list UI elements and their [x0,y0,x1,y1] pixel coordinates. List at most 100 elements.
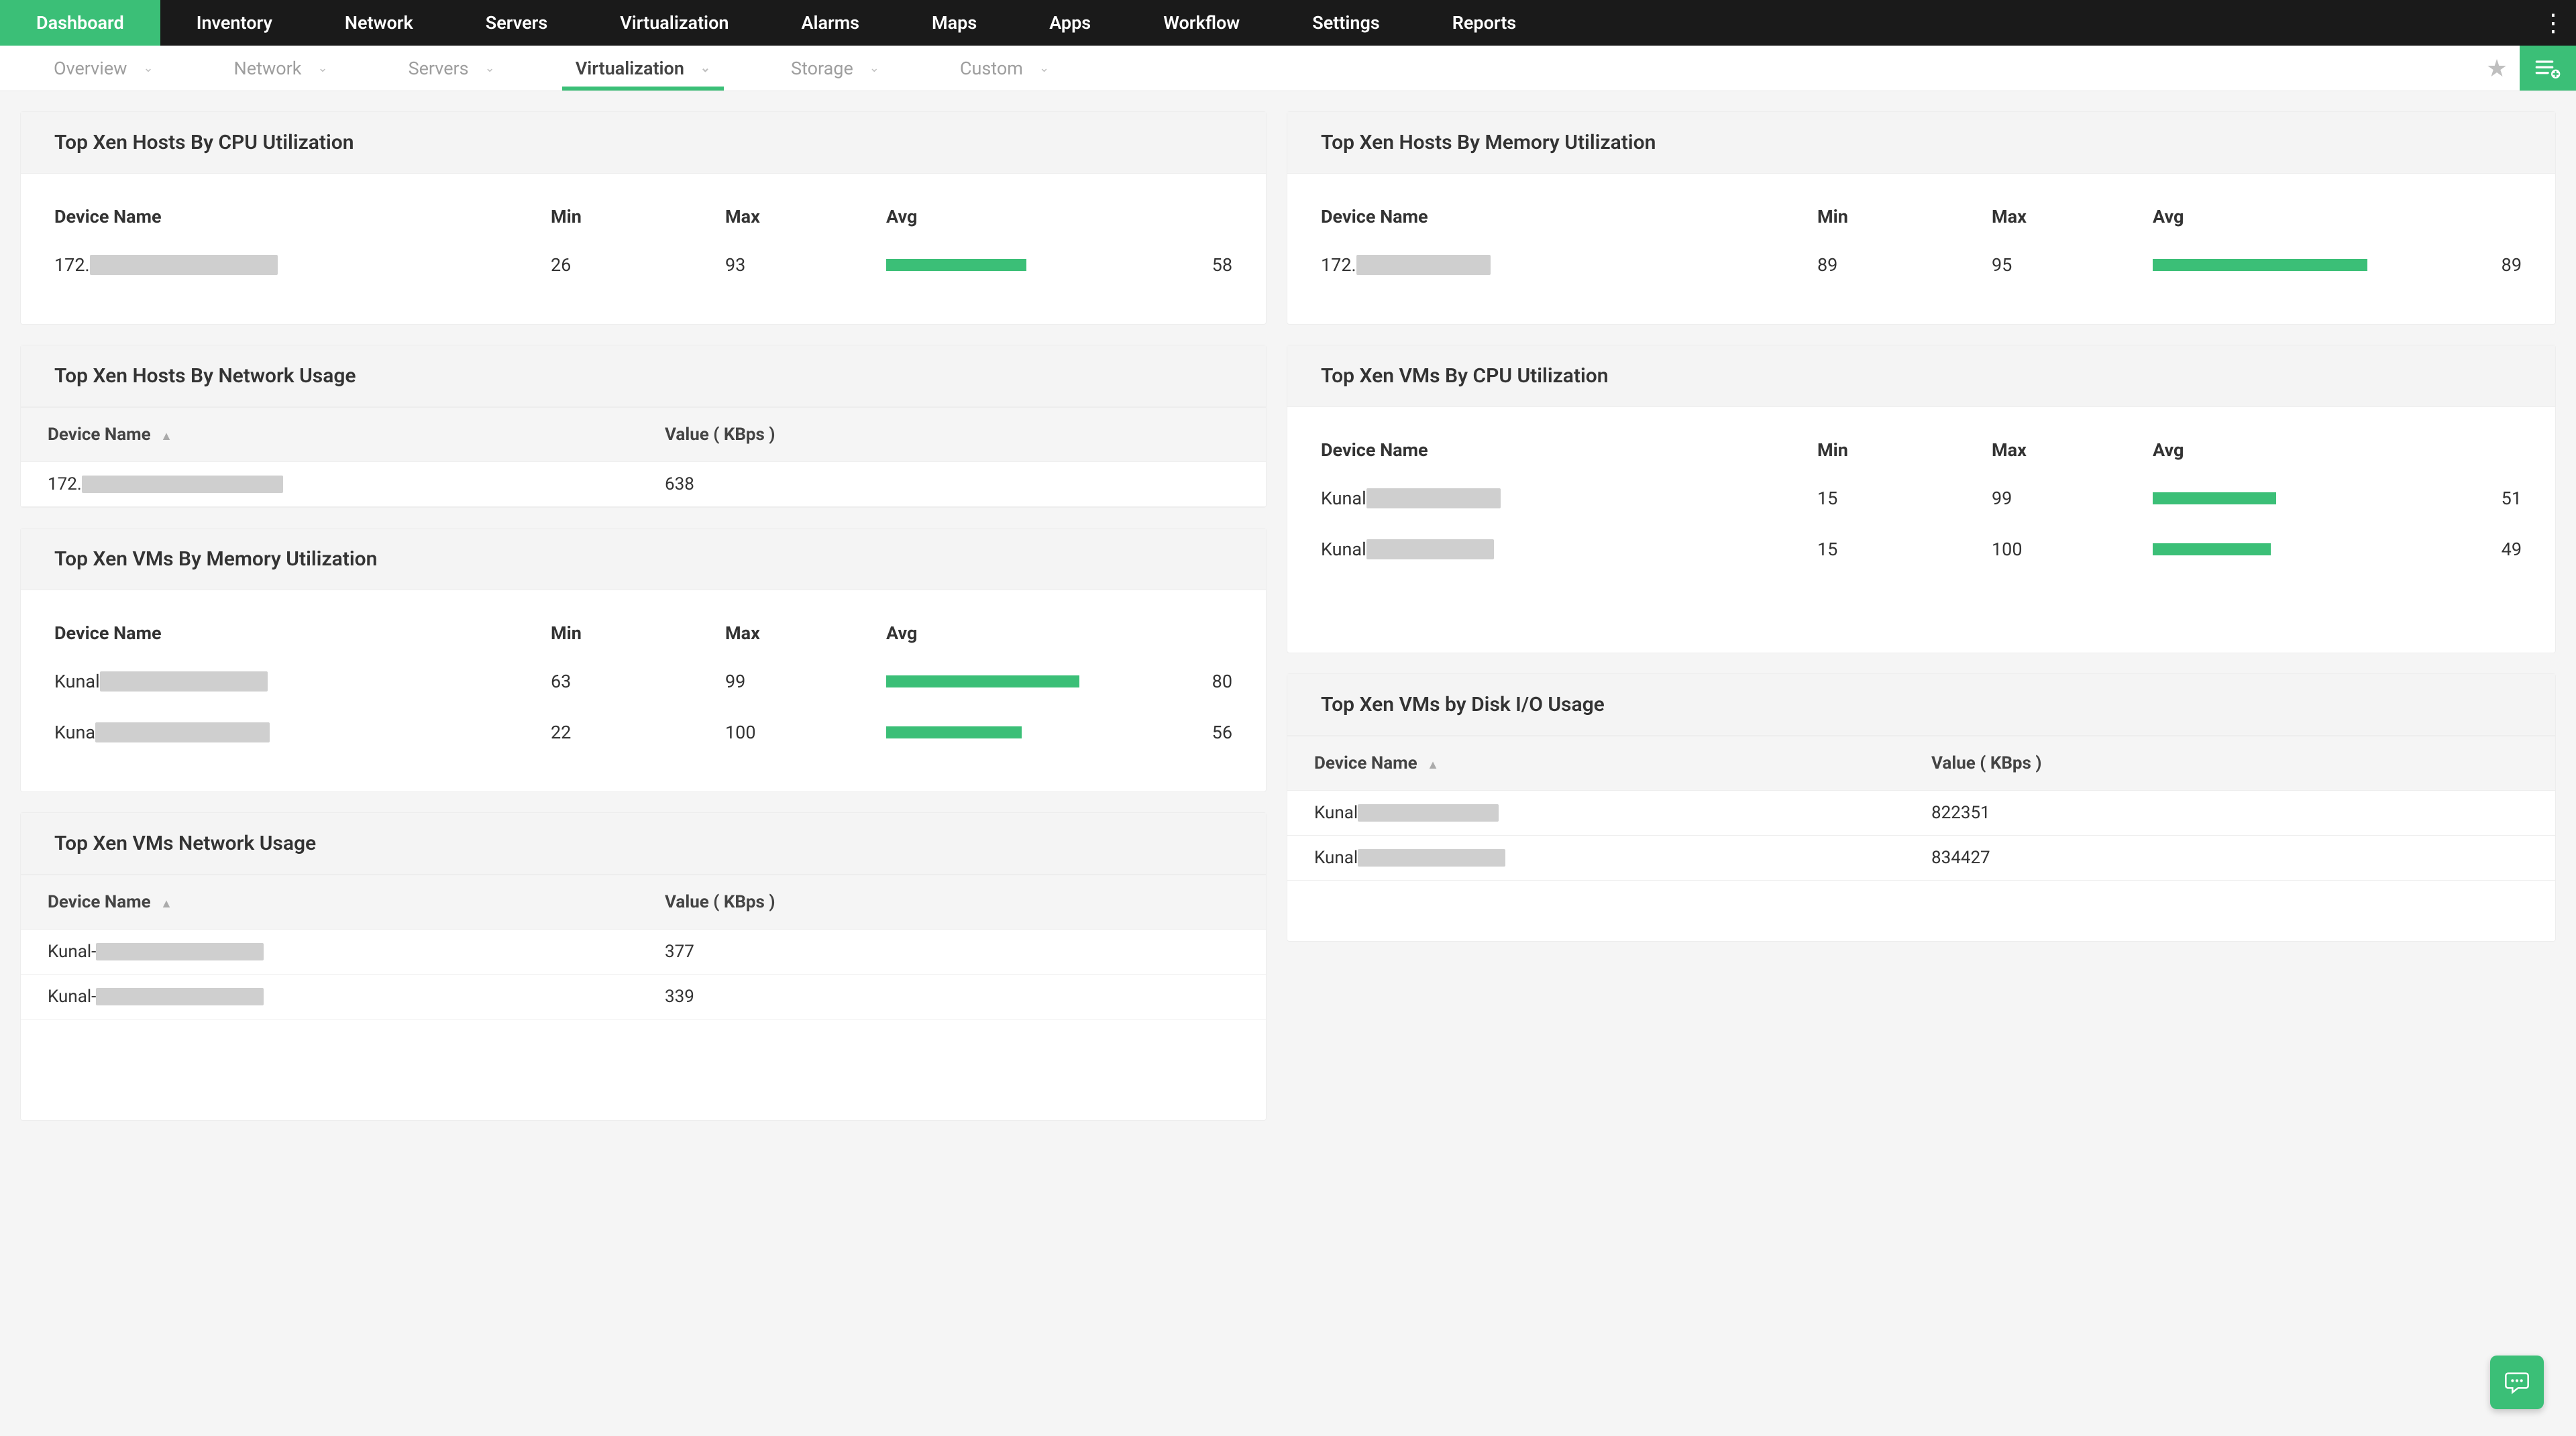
cell-max: 99 [725,671,886,692]
col-avg[interactable]: Avg [2153,206,2421,227]
subnav-servers[interactable]: Servers ⌄ [368,46,535,91]
table-row[interactable]: Kunal- 339 [21,975,1266,1019]
cell-min: 22 [551,722,725,743]
table-row[interactable]: Kunal 15 100 49 [1321,524,2522,575]
avg-bar [886,726,1128,738]
panel-title: Top Xen VMs By Memory Utilization [21,529,1266,590]
col-max[interactable]: Max [1992,439,2153,461]
overflow-menu-icon[interactable]: ⋮ [2530,0,2576,46]
col-avg[interactable]: Avg [886,206,1132,227]
panel-xen-vms-disk-io: Top Xen VMs by Disk I/O Usage Device Nam… [1287,673,2556,942]
nav-alarms[interactable]: Alarms [765,0,896,46]
table-row[interactable]: Kunal 63 99 80 [54,656,1232,707]
sort-asc-icon[interactable]: ▲ [160,897,172,911]
sort-asc-icon[interactable]: ▲ [1427,758,1439,772]
col-min[interactable]: Min [1817,206,1992,227]
table-row[interactable]: Kunal 834427 [1287,836,2555,881]
col-min[interactable]: Min [1817,439,1992,461]
device-name-prefix: Kunal [1314,848,1358,868]
col-device[interactable]: Device Name [1321,439,1817,461]
table-row[interactable]: 172. 26 93 58 [54,239,1232,290]
nav-maps[interactable]: Maps [896,0,1013,46]
subnav-storage[interactable]: Storage ⌄ [751,46,920,91]
avg-bar [886,259,1128,271]
subnav-label: Servers [409,58,469,79]
table-row[interactable]: 172. 638 [21,462,1266,507]
vms-net-table: Device Name ▲ Value ( KBps ) Kunal- 377 … [21,875,1266,1019]
chevron-down-icon: ⌄ [869,61,879,75]
redacted-mask [1366,539,1494,559]
panel-title: Top Xen Hosts By Memory Utilization [1287,112,2555,174]
col-min[interactable]: Min [551,206,725,227]
cell-avg: 58 [1132,254,1232,276]
nav-settings[interactable]: Settings [1276,0,1416,46]
subnav-virtualization[interactable]: Virtualization ⌄ [535,46,751,91]
chat-icon [2504,1369,2530,1396]
subnav-label: Virtualization [576,58,684,79]
col-max[interactable]: Max [725,622,886,644]
table-header-row: Device Name Min Max Avg [54,610,1232,656]
panel-xen-hosts-cpu: Top Xen Hosts By CPU Utilization Device … [20,111,1267,325]
device-ip-prefix: 172. [1321,254,1356,276]
table-row[interactable]: Kunal- 377 [21,930,1266,975]
col-avg[interactable]: Avg [886,622,1132,644]
cell-max: 100 [1992,539,2153,560]
subnav-network[interactable]: Network ⌄ [194,46,368,91]
panel-title: Top Xen VMs Network Usage [21,813,1266,875]
redacted-mask [1358,849,1505,867]
cell-device: Kuna [54,722,551,743]
col-value[interactable]: Value ( KBps ) [1931,753,2535,773]
nav-workflow[interactable]: Workflow [1127,0,1276,46]
col-device-label: Device Name [48,892,151,912]
col-device[interactable]: Device Name [1321,206,1817,227]
redacted-mask [95,722,270,742]
nav-apps[interactable]: Apps [1013,0,1127,46]
col-value[interactable]: Value ( KBps ) [665,425,1246,445]
col-max[interactable]: Max [1992,206,2153,227]
table-header-row: Device Name Min Max Avg [54,194,1232,239]
favorite-star-icon[interactable]: ★ [2474,46,2520,91]
vms-disk-table: Device Name ▲ Value ( KBps ) Kunal 82235… [1287,736,2555,881]
nav-inventory[interactable]: Inventory [160,0,309,46]
col-max[interactable]: Max [725,206,886,227]
subnav-custom[interactable]: Custom ⌄ [920,46,1089,91]
redacted-mask [90,255,278,275]
chevron-down-icon: ⌄ [317,61,327,75]
col-value[interactable]: Value ( KBps ) [665,892,1246,912]
redacted-mask [96,988,264,1005]
nav-dashboard[interactable]: Dashboard [0,0,160,46]
nav-servers[interactable]: Servers [449,0,584,46]
table-row[interactable]: Kunal 15 99 51 [1321,473,2522,524]
sort-asc-icon[interactable]: ▲ [160,429,172,443]
table-row[interactable]: Kuna 22 100 56 [54,707,1232,758]
subnav-overview[interactable]: Overview ⌄ [13,46,194,91]
cell-min: 63 [551,671,725,692]
col-avg[interactable]: Avg [2153,439,2421,461]
cell-value: 834427 [1931,848,2535,868]
avg-bar [2153,492,2394,504]
col-device[interactable]: Device Name ▲ [48,425,665,445]
add-widget-button[interactable] [2520,46,2576,91]
col-min[interactable]: Min [551,622,725,644]
subnav-label: Overview [54,58,127,79]
col-device[interactable]: Device Name ▲ [1314,753,1931,773]
device-name-prefix: Kunal [1314,803,1358,823]
col-device[interactable]: Device Name [54,206,551,227]
cell-min: 26 [551,254,725,276]
subnav-label: Network [234,58,302,79]
col-device[interactable]: Device Name [54,622,551,644]
cell-min: 15 [1817,488,1992,509]
chat-fab-button[interactable] [2490,1356,2544,1409]
cell-device: Kunal [1321,539,1817,560]
cell-device: Kunal- [48,987,665,1007]
col-device[interactable]: Device Name ▲ [48,892,665,912]
nav-network[interactable]: Network [309,0,449,46]
table-row[interactable]: Kunal 822351 [1287,791,2555,836]
device-ip-prefix: 172. [48,474,82,494]
table-header-row: Device Name ▲ Value ( KBps ) [1287,736,2555,791]
table-row[interactable]: 172. 89 95 89 [1321,239,2522,290]
nav-reports[interactable]: Reports [1416,0,1552,46]
nav-virtualization[interactable]: Virtualization [584,0,765,46]
cell-avg: 80 [1132,671,1232,692]
redacted-mask [1366,488,1501,508]
